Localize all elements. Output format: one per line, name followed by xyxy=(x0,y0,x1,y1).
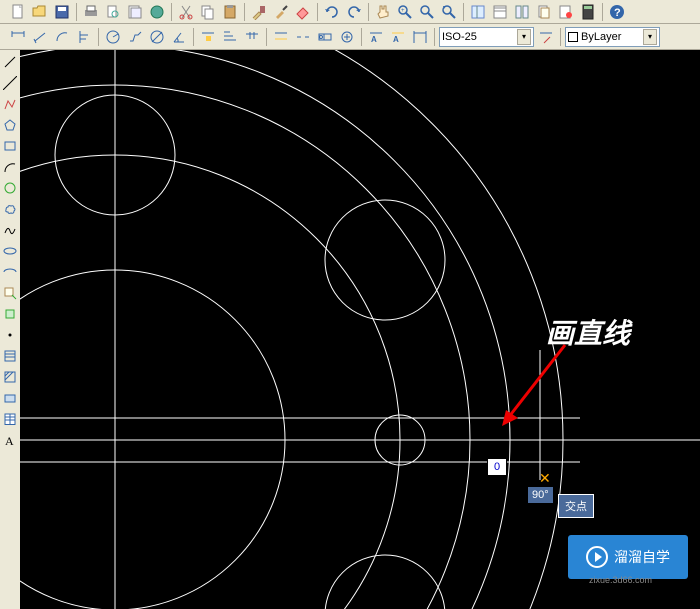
point-icon[interactable] xyxy=(1,325,19,345)
polyline-icon[interactable] xyxy=(1,94,19,114)
dim-style-value: ISO-25 xyxy=(442,31,477,43)
design-center-icon[interactable] xyxy=(490,2,510,22)
properties-icon[interactable] xyxy=(468,2,488,22)
svg-text:A: A xyxy=(393,35,399,44)
angle-readout: 90° xyxy=(528,487,553,503)
dim-quick-icon[interactable] xyxy=(198,27,218,47)
main-area: A xyxy=(0,50,700,609)
table-icon[interactable] xyxy=(1,409,19,429)
play-icon xyxy=(586,546,608,568)
drawing-canvas[interactable]: 画直线 0 ✕ 90° 交点 溜溜自学 zixue.3d66.com xyxy=(20,50,700,609)
dim-baseline-icon[interactable] xyxy=(220,27,240,47)
dim-angular-icon[interactable] xyxy=(169,27,189,47)
spline-icon[interactable] xyxy=(1,220,19,240)
dim-update-icon[interactable] xyxy=(536,27,556,47)
dim-break-icon[interactable] xyxy=(293,27,313,47)
layer-value: ByLayer xyxy=(581,31,621,43)
dim-tolerance-icon[interactable] xyxy=(315,27,335,47)
annotation-arrow xyxy=(490,340,580,440)
insert-block-icon[interactable] xyxy=(1,283,19,303)
zoom-previous-icon[interactable] xyxy=(439,2,459,22)
cut-icon[interactable] xyxy=(176,2,196,22)
calc-icon[interactable] xyxy=(578,2,598,22)
paste-icon[interactable] xyxy=(220,2,240,22)
zoom-realtime-icon[interactable]: + xyxy=(395,2,415,22)
dim-inspect-icon[interactable]: A xyxy=(366,27,386,47)
svg-text:?: ? xyxy=(614,7,621,19)
make-block-icon[interactable] xyxy=(1,304,19,324)
dim-edit-icon[interactable] xyxy=(410,27,430,47)
snap-marker-icon: ✕ xyxy=(539,470,551,487)
watermark-text: 溜溜自学 xyxy=(614,547,670,567)
watermark: 溜溜自学 xyxy=(568,535,688,579)
new-file-icon[interactable] xyxy=(8,2,28,22)
copy-icon[interactable] xyxy=(198,2,218,22)
print-preview-icon[interactable] xyxy=(103,2,123,22)
print-icon[interactable] xyxy=(81,2,101,22)
dimension-toolbar: A A ISO-25 ▾ ByLayer ▾ xyxy=(0,24,700,50)
zoom-window-icon[interactable] xyxy=(417,2,437,22)
line-icon[interactable] xyxy=(1,52,19,72)
redo-icon[interactable] xyxy=(344,2,364,22)
dim-radius-icon[interactable] xyxy=(103,27,123,47)
save-icon[interactable] xyxy=(52,2,72,22)
svg-text:A: A xyxy=(371,35,377,44)
open-file-icon[interactable] xyxy=(30,2,50,22)
snap-tooltip: 交点 xyxy=(558,494,594,518)
dim-jog-line-icon[interactable]: A xyxy=(388,27,408,47)
dim-center-icon[interactable] xyxy=(337,27,357,47)
gradient-icon[interactable] xyxy=(1,367,19,387)
pan-icon[interactable] xyxy=(373,2,393,22)
dim-continue-icon[interactable] xyxy=(242,27,262,47)
match-prop-icon[interactable] xyxy=(249,2,269,22)
help-icon[interactable]: ? xyxy=(607,2,627,22)
polygon-icon[interactable] xyxy=(1,115,19,135)
eraser-icon[interactable] xyxy=(293,2,313,22)
rectangle-icon[interactable] xyxy=(1,136,19,156)
dynamic-input[interactable]: 0 xyxy=(487,458,507,476)
watermark-url: zixue.3d66.com xyxy=(589,575,652,585)
svg-text:+: + xyxy=(401,8,405,14)
dim-diameter-icon[interactable] xyxy=(147,27,167,47)
circle-icon[interactable] xyxy=(1,178,19,198)
chevron-down-icon[interactable]: ▾ xyxy=(643,29,657,45)
dim-aligned-icon[interactable] xyxy=(30,27,50,47)
publish-icon[interactable] xyxy=(125,2,145,22)
dim-ordinate-icon[interactable] xyxy=(74,27,94,47)
standard-toolbar: + ? xyxy=(0,0,700,24)
hatch-icon[interactable] xyxy=(1,346,19,366)
tool-palettes-icon[interactable] xyxy=(512,2,532,22)
dim-jogged-icon[interactable] xyxy=(125,27,145,47)
dim-arc-icon[interactable] xyxy=(52,27,72,47)
dim-space-icon[interactable] xyxy=(271,27,291,47)
arc-icon[interactable] xyxy=(1,157,19,177)
svg-text:A: A xyxy=(5,434,14,447)
ellipse-icon[interactable] xyxy=(1,241,19,261)
annotation-label: 画直线 xyxy=(546,312,630,352)
markup-icon[interactable] xyxy=(556,2,576,22)
layer-combo[interactable]: ByLayer ▾ xyxy=(565,27,660,47)
layer-color-swatch xyxy=(568,32,578,42)
sheet-set-icon[interactable] xyxy=(534,2,554,22)
globe-icon[interactable] xyxy=(147,2,167,22)
undo-icon[interactable] xyxy=(322,2,342,22)
ellipse-arc-icon[interactable] xyxy=(1,262,19,282)
paintbrush-icon[interactable] xyxy=(271,2,291,22)
chevron-down-icon[interactable]: ▾ xyxy=(517,29,531,45)
dim-linear-icon[interactable] xyxy=(8,27,28,47)
dim-style-combo[interactable]: ISO-25 ▾ xyxy=(439,27,534,47)
xline-icon[interactable] xyxy=(1,73,19,93)
region-icon[interactable] xyxy=(1,388,19,408)
text-icon[interactable]: A xyxy=(1,430,19,450)
revcloud-icon[interactable] xyxy=(1,199,19,219)
draw-toolbar: A xyxy=(0,50,20,609)
